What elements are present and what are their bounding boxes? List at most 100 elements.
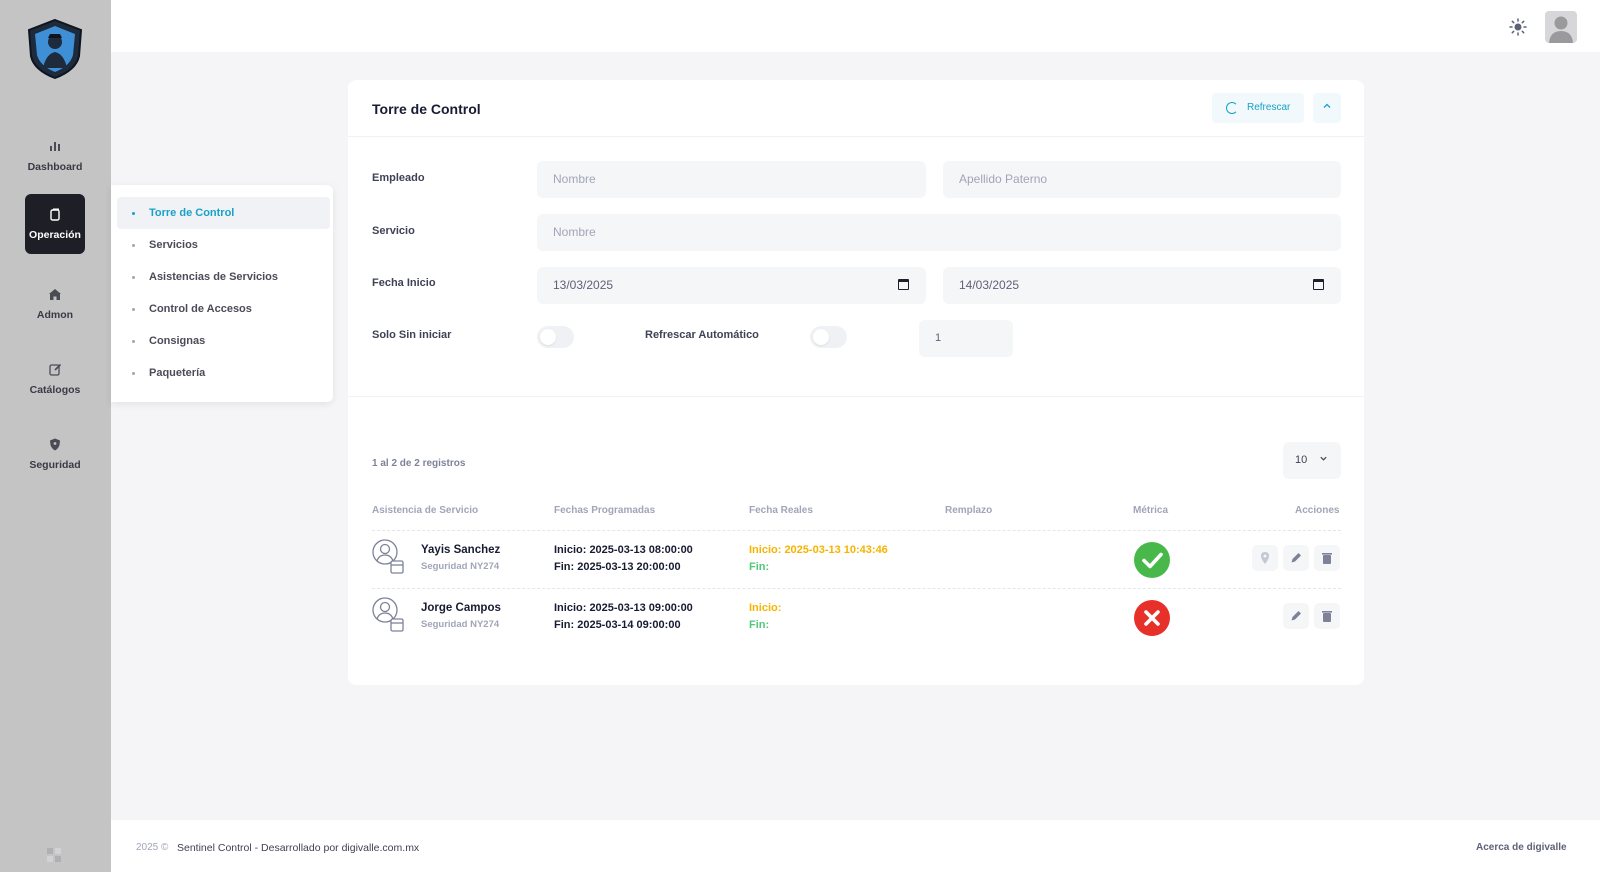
nav-label: Catálogos [29, 384, 81, 396]
bar-chart-icon [25, 140, 85, 156]
footer: 2025 © Sentinel Control - Desarrollado p… [111, 820, 1600, 872]
chevron-up-icon [1323, 103, 1331, 108]
refresh-button[interactable]: Refrescar [1212, 93, 1304, 123]
employee-name: Yayis Sanchez [421, 544, 501, 556]
apps-grid-icon[interactable] [47, 848, 61, 862]
location-button[interactable] [1252, 545, 1278, 571]
real-start: Inicio: 2025-03-13 10:43:46 [749, 544, 888, 556]
col-fecha-reales: Fecha Reales [749, 505, 813, 516]
nav-operacion[interactable]: Operación [25, 194, 85, 254]
copy-icon [25, 208, 85, 224]
solo-sin-iniciar-toggle[interactable] [537, 326, 574, 348]
start-date-input[interactable]: 13/03/2025 [537, 267, 926, 304]
header-row-divider [372, 530, 1341, 531]
bullet [132, 340, 135, 343]
nav-label: Dashboard [27, 161, 83, 173]
submenu-label: Control de Accesos [149, 303, 252, 315]
refresh-label: Refrescar [1247, 102, 1291, 113]
submenu-label: Asistencias de Servicios [149, 271, 279, 283]
bullet [132, 244, 135, 247]
page-size-select[interactable]: 10 [1283, 442, 1341, 479]
col-asistencia: Asistencia de Servicio [372, 505, 479, 516]
delete-button[interactable] [1314, 545, 1340, 571]
nav-dashboard[interactable]: Dashboard [25, 126, 85, 186]
submenu-label: Servicios [149, 239, 198, 251]
service-name: Seguridad NY274 [421, 561, 500, 572]
nav-seguridad[interactable]: Seguridad [25, 424, 85, 484]
scheduled-start: Inicio: 2025-03-13 09:00:00 [554, 602, 693, 614]
chevron-down-icon [1319, 442, 1328, 479]
refresh-interval-input[interactable]: 1 [919, 320, 1013, 357]
top-bar [111, 0, 1600, 52]
submenu-label: Torre de Control [149, 207, 235, 219]
pencil-icon [1291, 553, 1301, 563]
trash-icon [1322, 611, 1332, 622]
operacion-submenu: Torre de Control Servicios Asistencias d… [111, 185, 333, 402]
edit-button[interactable] [1283, 603, 1309, 629]
nav-catalogos[interactable]: Catálogos [25, 349, 85, 409]
employee-schedule-icon [372, 539, 404, 574]
user-avatar[interactable] [1545, 11, 1577, 43]
real-start: Inicio: [749, 602, 782, 614]
fecha-inicio-label: Fecha Inicio [372, 277, 436, 289]
records-count: 1 al 2 de 2 registros [372, 458, 466, 469]
auto-refresh-toggle[interactable] [810, 326, 847, 348]
auto-refresh-label: Refrescar Automático [645, 329, 759, 341]
footer-year: 2025 © [136, 842, 169, 853]
calendar-icon[interactable] [1313, 279, 1324, 290]
nav-label: Seguridad [29, 459, 81, 471]
submenu-item-consignas[interactable]: Consignas [117, 325, 330, 357]
about-link[interactable]: Acerca de digivalle [1476, 842, 1567, 853]
sidebar: Dashboard Operación Admon Catálogos Segu… [0, 0, 111, 872]
x-icon [1144, 610, 1160, 626]
end-date-input[interactable]: 14/03/2025 [943, 267, 1341, 304]
submenu-item-control-accesos[interactable]: Control de Accesos [117, 293, 330, 325]
pencil-icon [1291, 611, 1301, 621]
real-end: Fin: [749, 619, 770, 631]
employee-name: Jorge Campos [421, 602, 501, 614]
bullet [132, 372, 135, 375]
scheduled-end: Fin: 2025-03-13 20:00:00 [554, 561, 681, 573]
user-silhouette-icon [1549, 16, 1573, 43]
check-icon [1142, 552, 1163, 569]
collapse-button[interactable] [1313, 93, 1341, 123]
col-fechas-programadas: Fechas Programadas [554, 505, 656, 516]
edit-icon [25, 363, 85, 379]
submenu-item-paqueteria[interactable]: Paquetería [117, 357, 330, 389]
nav-admon[interactable]: Admon [25, 274, 85, 334]
home-icon [25, 288, 85, 304]
employee-schedule-icon [372, 597, 404, 632]
scheduled-start: Inicio: 2025-03-13 08:00:00 [554, 544, 693, 556]
service-name-input[interactable]: Nombre [537, 214, 1341, 251]
scheduled-end: Fin: 2025-03-14 09:00:00 [554, 619, 681, 631]
empleado-label: Empleado [372, 172, 425, 184]
submenu-label: Paquetería [149, 367, 206, 379]
end-date-value: 14/03/2025 [959, 278, 1020, 292]
torre-de-control-card: Torre de Control Refrescar Empleado Nomb… [348, 80, 1364, 685]
map-pin-icon [1261, 552, 1269, 564]
nav-label: Operación [29, 229, 81, 241]
toggle-knob [813, 329, 829, 345]
toggle-knob [540, 329, 556, 345]
delete-button[interactable] [1314, 603, 1340, 629]
header-divider [348, 136, 1364, 137]
submenu-label: Consignas [149, 335, 206, 347]
metric-failure-badge [1134, 600, 1170, 636]
submenu-item-servicios[interactable]: Servicios [117, 229, 330, 261]
metric-success-badge [1134, 542, 1170, 578]
footer-credit-link[interactable]: Sentinel Control - Desarrollado por digi… [177, 842, 419, 854]
employee-lastname-input[interactable]: Apellido Paterno [943, 161, 1341, 198]
page-size-value: 10 [1295, 454, 1308, 466]
submenu-item-asistencias[interactable]: Asistencias de Servicios [117, 261, 330, 293]
service-name: Seguridad NY274 [421, 619, 500, 630]
sentinel-logo[interactable] [26, 18, 84, 80]
edit-button[interactable] [1283, 545, 1309, 571]
servicio-label: Servicio [372, 225, 415, 237]
real-end: Fin: [749, 561, 770, 573]
col-acciones: Acciones [1295, 505, 1340, 516]
nav-label: Admon [36, 309, 74, 321]
employee-name-input[interactable]: Nombre [537, 161, 926, 198]
submenu-item-torre-de-control[interactable]: Torre de Control [117, 197, 330, 229]
calendar-icon[interactable] [898, 279, 909, 290]
sun-icon[interactable] [1509, 18, 1527, 36]
